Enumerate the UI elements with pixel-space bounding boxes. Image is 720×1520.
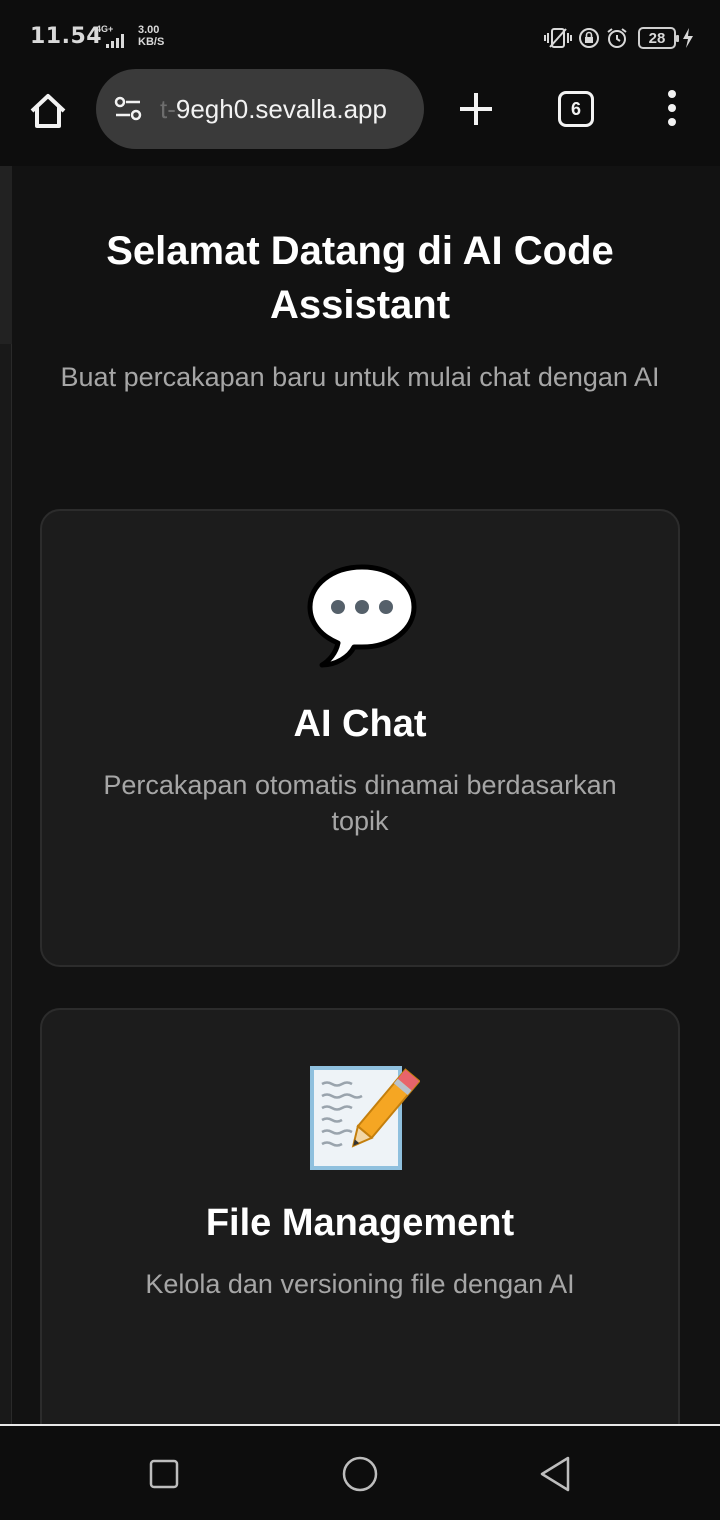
page-subtitle: Buat percakapan baru untuk mulai chat de… xyxy=(60,362,660,392)
signal-bars-icon xyxy=(106,34,124,48)
home-circle-icon[interactable] xyxy=(340,1454,380,1494)
status-time: 11.54 xyxy=(30,24,103,49)
page-title: Selamat Datang di AI Code Assistant xyxy=(106,229,614,327)
more-vert-icon[interactable] xyxy=(660,88,684,128)
page-content: Selamat Datang di AI Code Assistant Buat… xyxy=(0,166,720,1424)
plus-icon[interactable] xyxy=(456,89,496,129)
battery-level: 28 xyxy=(648,29,666,47)
speed-value: 3.00 xyxy=(138,24,160,36)
sidebar-edge-top xyxy=(0,166,12,344)
url-host: 9egh0.sevalla.app xyxy=(175,93,387,124)
charging-icon xyxy=(683,28,693,48)
home-icon[interactable] xyxy=(26,89,70,133)
url-text[interactable]: t-9egh0.sevalla.app xyxy=(160,94,387,125)
url-fade: t- xyxy=(160,93,176,124)
address-bar[interactable]: t-9egh0.sevalla.app xyxy=(96,69,424,149)
speech-bubble-icon xyxy=(307,564,417,668)
tab-count: 6 xyxy=(570,98,581,119)
battery-icon: 28 xyxy=(638,27,679,49)
speed-unit: KB/S xyxy=(138,36,165,48)
status-icons: 28 xyxy=(544,24,694,52)
card-description: Percakapan otomatis dinamai berdasarkan … xyxy=(103,770,617,836)
browser-toolbar: t-9egh0.sevalla.app 6 xyxy=(0,69,720,166)
card-title: File Management xyxy=(205,1202,515,1244)
feature-card-file-management[interactable]: File Management Kelola dan versioning fi… xyxy=(40,1008,680,1424)
alarm-icon xyxy=(607,28,627,48)
site-settings-icon[interactable] xyxy=(112,93,144,125)
card-description: Kelola dan versioning file dengan AI xyxy=(145,1269,575,1299)
status-bar: 11.54 4G+ 3.00 KB/S 28 xyxy=(0,0,720,72)
system-nav-bar xyxy=(0,1424,720,1520)
lock-rotation-icon xyxy=(579,28,599,48)
network-speed: 3.00 KB/S xyxy=(138,24,164,48)
memo-pencil-icon xyxy=(310,1066,420,1170)
tabs-icon[interactable]: 6 xyxy=(558,91,594,127)
recents-icon[interactable] xyxy=(144,1454,184,1494)
back-icon[interactable] xyxy=(536,1454,576,1494)
feature-card-ai-chat[interactable]: AI Chat Percakapan otomatis dinamai berd… xyxy=(40,509,680,967)
vibrate-icon xyxy=(544,28,572,48)
signal-indicator: 4G+ xyxy=(96,24,136,48)
network-type: 4G+ xyxy=(96,24,114,34)
card-title: AI Chat xyxy=(293,703,427,745)
sidebar-edge[interactable] xyxy=(0,166,12,1424)
